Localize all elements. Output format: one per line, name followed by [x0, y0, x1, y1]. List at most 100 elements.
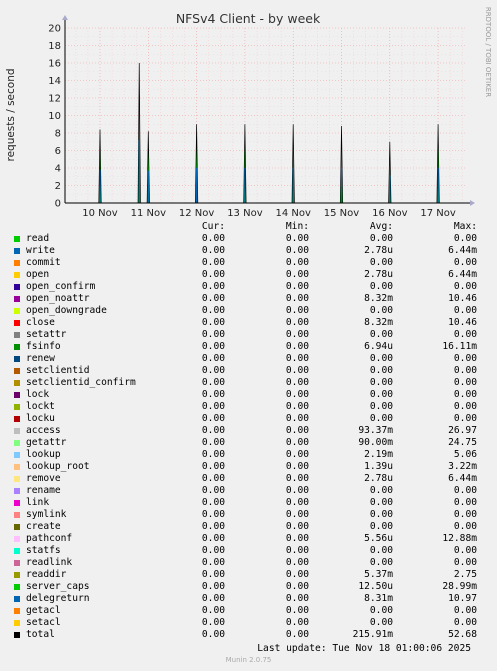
y-tick-label: 2	[55, 181, 61, 192]
legend-series-name: symlink	[26, 509, 67, 520]
legend-cur-value: 0.00	[201, 569, 225, 580]
legend-avg-value: 8.32m	[364, 293, 393, 304]
legend-cur-value: 0.00	[201, 437, 225, 448]
legend-row: delegreturn 0.00 0.00 8.31m 10.97	[0, 593, 497, 605]
legend-row: getacl 0.00 0.00 0.00 0.00	[0, 605, 497, 617]
legend-max-value: 0.00	[453, 497, 477, 508]
legend-avg-value: 0.00	[369, 617, 393, 628]
legend-avg-value: 0.00	[369, 353, 393, 364]
x-tick-label: 16 Nov	[372, 208, 408, 219]
legend-min-value: 0.00	[285, 605, 309, 616]
legend-max-value: 0.00	[453, 617, 477, 628]
legend-avg-value: 12.50u	[358, 581, 393, 592]
legend-cur-value: 0.00	[201, 617, 225, 628]
legend-swatch	[14, 344, 20, 350]
legend-cur-value: 0.00	[201, 557, 225, 568]
legend-row: setattr 0.00 0.00 0.00 0.00	[0, 329, 497, 341]
legend-avg-value: 2.78u	[364, 473, 393, 484]
legend-min-value: 0.00	[285, 629, 309, 640]
legend-swatch	[14, 332, 20, 338]
legend-swatch	[14, 452, 20, 458]
legend-swatch	[14, 284, 20, 290]
legend-series-name: remove	[26, 473, 61, 484]
y-axis-label: requests / second	[5, 68, 17, 161]
legend-cur-value: 0.00	[201, 497, 225, 508]
legend-max-value: 2.75	[453, 569, 477, 580]
y-tick-label: 14	[48, 76, 61, 87]
legend-max-value: 5.06	[453, 449, 477, 460]
legend-swatch	[14, 476, 20, 482]
legend-max-value: 0.00	[453, 281, 477, 292]
legend-swatch	[14, 416, 20, 422]
legend-max-value: 24.75	[448, 437, 477, 448]
legend-avg-value: 0.00	[369, 521, 393, 532]
legend-cur-value: 0.00	[201, 533, 225, 544]
y-tick-label: 12	[48, 94, 61, 105]
legend-series-name: commit	[26, 257, 61, 268]
legend-min-value: 0.00	[285, 257, 309, 268]
legend-max-value: 0.00	[453, 377, 477, 388]
legend-cur-value: 0.00	[201, 425, 225, 436]
legend-avg-value: 0.00	[369, 257, 393, 268]
legend-series-name: close	[26, 317, 55, 328]
x-tick-label: 17 Nov	[420, 208, 456, 219]
legend-row: lock 0.00 0.00 0.00 0.00	[0, 389, 497, 401]
legend-series-name: renew	[26, 353, 55, 364]
legend-avg-value: 0.00	[369, 389, 393, 400]
legend-cur-value: 0.00	[201, 269, 225, 280]
legend-swatch	[14, 608, 20, 614]
x-tick-label: 11 Nov	[131, 208, 167, 219]
legend-swatch	[14, 620, 20, 626]
legend-swatch	[14, 272, 20, 278]
legend-cur-value: 0.00	[201, 341, 225, 352]
legend-avg-value: 0.00	[369, 485, 393, 496]
legend-cur-value: 0.00	[201, 257, 225, 268]
legend-max-value: 3.22m	[448, 461, 477, 472]
legend-series-name: locku	[26, 413, 55, 424]
legend-avg-value: 0.00	[369, 605, 393, 616]
x-tick-label: 14 Nov	[275, 208, 311, 219]
legend-min-value: 0.00	[285, 365, 309, 376]
legend-series-name: setacl	[26, 617, 61, 628]
legend-series-name: lock	[26, 389, 50, 400]
legend-row: readlink 0.00 0.00 0.00 0.00	[0, 557, 497, 569]
header-min: Min:	[285, 221, 309, 232]
legend-min-value: 0.00	[285, 437, 309, 448]
legend-series-name: open_confirm	[26, 281, 96, 292]
legend-min-value: 0.00	[285, 485, 309, 496]
legend-min-value: 0.00	[285, 497, 309, 508]
legend-series-name: server_caps	[26, 581, 90, 592]
legend-cur-value: 0.00	[201, 473, 225, 484]
legend-series-name: create	[26, 521, 61, 532]
legend-min-value: 0.00	[285, 353, 309, 364]
x-axis-arrow	[470, 200, 475, 206]
legend-avg-value: 0.00	[369, 557, 393, 568]
legend-min-value: 0.00	[285, 269, 309, 280]
legend-series-name: setattr	[26, 329, 67, 340]
x-tick-label: 13 Nov	[227, 208, 263, 219]
legend-series-name: rename	[26, 485, 61, 496]
legend-avg-value: 2.19m	[364, 449, 393, 460]
legend-swatch	[14, 512, 20, 518]
legend-max-value: 6.44m	[448, 473, 477, 484]
legend-series-name: delegreturn	[26, 593, 90, 604]
legend-cur-value: 0.00	[201, 377, 225, 388]
legend-series-name: setclientid_confirm	[26, 377, 136, 388]
legend-max-value: 26.97	[448, 425, 477, 436]
legend-max-value: 0.00	[453, 605, 477, 616]
legend-swatch	[14, 308, 20, 314]
legend-series-name: total	[26, 629, 55, 640]
legend-cur-value: 0.00	[201, 629, 225, 640]
legend-min-value: 0.00	[285, 305, 309, 316]
legend-min-value: 0.00	[285, 533, 309, 544]
munin-version: Munin 2.0.75	[225, 656, 272, 664]
last-update: Last update: Tue Nov 18 01:00:06 2025	[257, 643, 471, 654]
legend-avg-value: 90.00m	[358, 437, 393, 448]
legend-cur-value: 0.00	[201, 605, 225, 616]
legend-swatch	[14, 356, 20, 362]
legend-max-value: 0.00	[453, 389, 477, 400]
legend-avg-value: 0.00	[369, 365, 393, 376]
legend-cur-value: 0.00	[201, 233, 225, 244]
legend-series-name: lookup	[26, 449, 61, 460]
legend-cur-value: 0.00	[201, 281, 225, 292]
